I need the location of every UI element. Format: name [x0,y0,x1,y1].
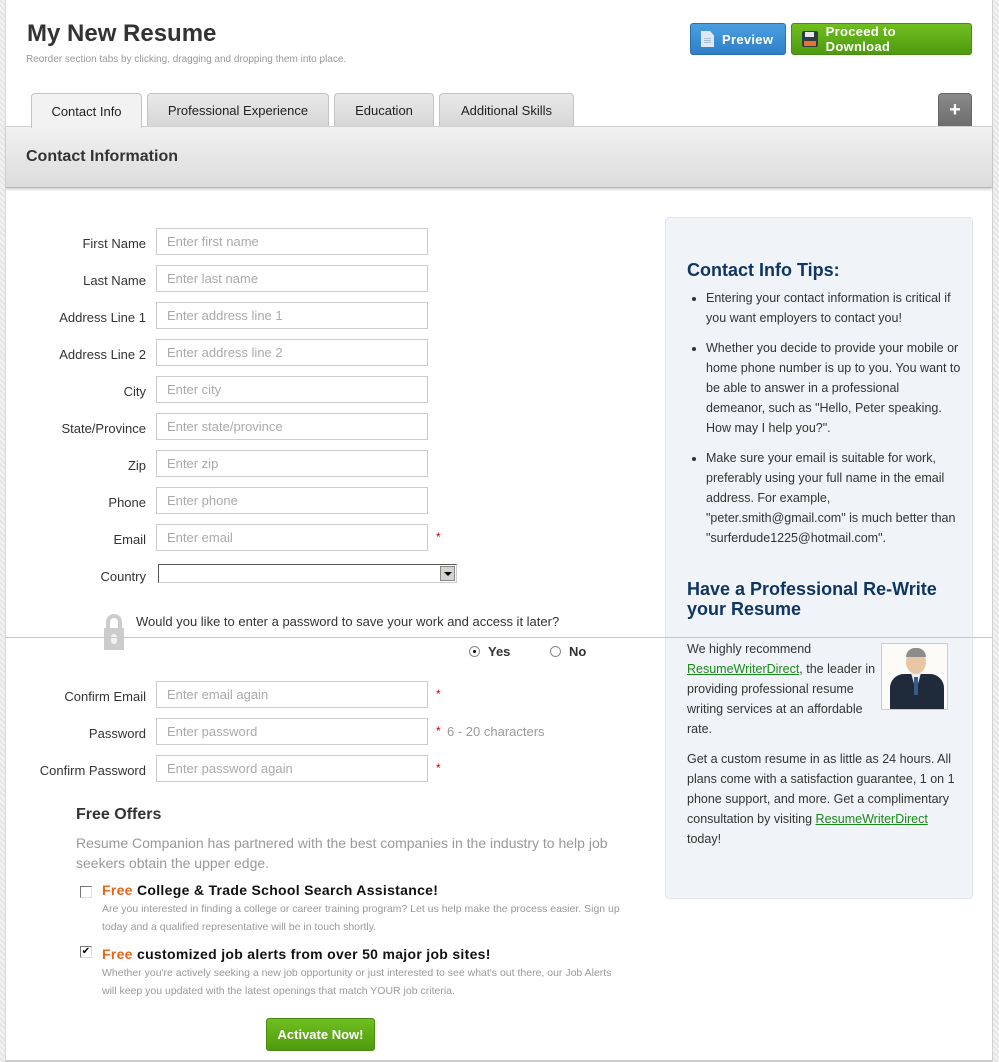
document-icon [701,31,714,47]
password-input[interactable] [156,718,428,745]
proceed-to-download-button[interactable]: Proceed to Download [791,23,972,55]
add-section-button[interactable]: + [938,93,972,127]
offer-description: Whether you're actively seeking a new jo… [102,967,612,997]
floppy-disk-icon [802,31,818,47]
tab-professional-experience[interactable]: Professional Experience [147,93,329,127]
tips-list: Entering your contact information is cri… [706,288,961,558]
address-line-2-label: Address Line 2 [59,347,146,362]
offer-title: Free College & Trade School Search Assis… [102,882,438,898]
section-header: Contact Information [6,126,992,188]
lock-icon [104,614,124,652]
state-province-input[interactable] [156,413,428,440]
password-label: Password [88,726,146,741]
offer-description: Are you interested in finding a college … [102,903,620,933]
email-label: Email [113,532,146,547]
section-title: Contact Information [26,148,178,165]
state-province-label: State/Province [61,421,146,436]
password-length-hint: 6 - 20 characters [447,724,545,739]
tip-item: Entering your contact information is cri… [706,288,961,328]
tab-label: Education [355,103,413,118]
confirm-email-label: Confirm Email [64,689,146,704]
tab-contact-info[interactable]: Contact Info [31,93,142,128]
zip-input[interactable] [156,450,428,477]
confirm-email-input[interactable] [156,681,428,708]
tab-label: Additional Skills [460,103,553,118]
tip-item: Whether you decide to provide your mobil… [706,338,961,438]
country-label: Country [100,569,146,584]
divider [6,637,992,638]
radio-checked-icon[interactable] [469,646,480,657]
promo-title: Have a Professional Re-Write your Resume [687,579,937,619]
free-offers-intro: Resume Companion has partnered with the … [76,835,608,871]
activate-now-button[interactable]: Activate Now! [266,1018,375,1051]
page-subtitle: Reorder section tabs by clicking, draggi… [26,54,347,65]
resumewriterdirect-link[interactable]: ResumeWriterDirect [816,812,928,826]
required-marker: * [436,530,441,544]
password-no-radio[interactable]: No [550,644,586,659]
first-name-input[interactable] [156,228,428,255]
tab-education[interactable]: Education [334,93,434,127]
plus-icon: + [949,98,961,121]
radio-no-label: No [569,644,587,659]
address-line-1-input[interactable] [156,302,428,329]
free-word: Free [102,946,133,962]
promo-text: We highly recommend [687,642,812,656]
email-input[interactable] [156,524,428,551]
confirm-password-input[interactable] [156,755,428,782]
preview-label: Preview [722,31,774,47]
password-yes-radio[interactable]: Yes [469,644,510,659]
required-marker: * [436,724,441,738]
offer-title: Free customized job alerts from over 50 … [102,946,491,962]
phone-label: Phone [108,495,146,510]
resumewriterdirect-link[interactable]: ResumeWriterDirect [687,662,799,676]
radio-yes-label: Yes [488,644,511,659]
required-marker: * [436,761,441,775]
download-label: Proceed to Download [825,24,896,54]
last-name-label: Last Name [83,273,146,288]
first-name-label: First Name [82,236,146,251]
address-line-1-label: Address Line 1 [59,310,146,325]
city-input[interactable] [156,376,428,403]
phone-input[interactable] [156,487,428,514]
offer-title-text: customized job alerts from over 50 major… [136,946,491,962]
required-marker: * [436,687,441,701]
free-offers-title: Free Offers [76,806,162,823]
tips-title: Contact Info Tips: [687,260,840,280]
dropdown-arrow-icon[interactable] [440,566,455,581]
free-word: Free [102,882,133,898]
tip-item: Make sure your email is suitable for wor… [706,448,961,548]
offer-title-text: College & Trade School Search Assistance… [136,882,439,898]
country-select[interactable] [158,564,457,583]
radio-unchecked-icon[interactable] [550,646,561,657]
promo-paragraph-2: Get a custom resume in as little as 24 h… [687,749,957,849]
tab-label: Contact Info [51,103,122,119]
professional-writer-photo [881,643,948,710]
page-title: My New Resume [27,20,217,47]
tips-panel: Contact Info Tips: Entering your contact… [665,217,973,899]
confirm-password-label: Confirm Password [39,763,146,778]
city-label: City [123,384,146,399]
promo-text: today! [687,832,722,846]
promo-paragraph-1: We highly recommend ResumeWriterDirect, … [687,639,877,739]
password-question: Would you like to enter a password to sa… [136,614,560,629]
address-line-2-input[interactable] [156,339,428,366]
offer-college-checkbox[interactable] [80,886,92,898]
offer-job-alerts-checkbox[interactable]: ✔ [80,946,92,958]
tab-label: Professional Experience [167,103,309,118]
preview-button[interactable]: Preview [690,23,786,55]
tab-additional-skills[interactable]: Additional Skills [439,93,574,127]
zip-label: Zip [127,458,146,473]
last-name-input[interactable] [156,265,428,292]
scrollbar[interactable] [992,0,999,1062]
